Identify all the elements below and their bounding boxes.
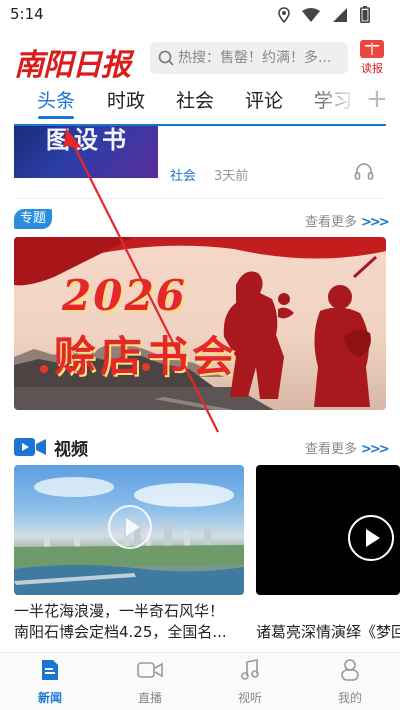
status-time: 5:14 [10, 5, 44, 23]
nav-live[interactable]: 直播 [120, 659, 180, 706]
category-tabs: 头条 时政 社会 评论 学习 + [0, 82, 400, 124]
video-title-1[interactable]: 一半花海浪漫，一半奇石风华！ 南阳石博会定档4.25，全国名... [14, 601, 250, 643]
more-arrows-icon: >>> [361, 442, 390, 457]
battery-icon [360, 6, 370, 23]
newspaper-icon [360, 40, 384, 58]
nav-news[interactable]: 新闻 [20, 659, 80, 706]
user-icon [341, 659, 359, 681]
video-camera-icon [14, 438, 46, 456]
video-more-link[interactable]: 查看更多 >>> [305, 438, 390, 457]
video-section-title: 视频 [54, 440, 88, 460]
search-icon [158, 50, 174, 66]
add-tab-icon[interactable]: + [366, 84, 388, 114]
nav-mine-label: 我的 [337, 691, 362, 705]
play-icon[interactable] [108, 505, 152, 549]
more-arrows-icon: >>> [361, 215, 390, 230]
tab-pinglun[interactable]: 评论 [245, 86, 283, 113]
tabs-fade [300, 82, 360, 122]
bottom-nav: 新闻 直播 视听 我的 [0, 652, 400, 710]
special-more-link[interactable]: 查看更多 >>> [305, 211, 390, 230]
article-thumbnail[interactable]: 图设书 [14, 126, 158, 178]
live-icon [137, 662, 163, 678]
tab-shizheng[interactable]: 时政 [107, 86, 145, 113]
app-logo[interactable]: 南阳日报 [14, 40, 131, 84]
video-title-2[interactable]: 诸葛亮深情演绎《梦回 [256, 622, 400, 643]
wifi-icon [302, 7, 320, 22]
headphone-icon[interactable] [354, 162, 374, 180]
video-title-1-line2: 南阳石博会定档4.25，全国名... [14, 623, 227, 641]
play-icon[interactable] [348, 515, 394, 561]
nav-live-label: 直播 [137, 691, 162, 705]
status-bar: 5:14 [0, 0, 400, 30]
nav-news-label: 新闻 [37, 691, 62, 705]
nav-audio[interactable]: 视听 [220, 659, 280, 706]
tab-shehui[interactable]: 社会 [176, 86, 214, 113]
reader-button[interactable]: 读报 [358, 40, 386, 78]
video-card-1[interactable] [14, 465, 244, 595]
banner-year: 2026 [62, 271, 187, 320]
special-banner[interactable]: 2026 赊店书会 [14, 237, 386, 410]
banner-title: 赊店书会 [54, 332, 239, 381]
search-input[interactable] [178, 50, 348, 66]
video-more-label: 查看更多 [305, 442, 358, 457]
special-badge: 专题 [14, 209, 53, 229]
section-divider [14, 198, 386, 199]
location-icon [278, 6, 290, 23]
article-time: 3天前 [214, 169, 249, 184]
music-icon [241, 659, 259, 680]
tab-toutiao[interactable]: 头条 [37, 86, 75, 113]
active-tab-indicator [38, 116, 74, 119]
signal-icon [333, 7, 347, 22]
search-bar[interactable] [150, 42, 348, 74]
special-more-label: 查看更多 [305, 215, 358, 230]
app-header: 南阳日报 读报 [0, 36, 400, 83]
video-card-2[interactable] [256, 465, 400, 595]
nav-mine[interactable]: 我的 [320, 659, 380, 706]
reader-label: 读报 [361, 62, 383, 75]
video-title-1-line1: 一半花海浪漫，一半奇石风华！ [14, 602, 225, 620]
article-category: 社会 [170, 169, 197, 184]
news-icon [42, 660, 58, 680]
nav-audio-label: 视听 [237, 691, 262, 705]
article-thumbnail-text: 图设书 [46, 126, 130, 154]
